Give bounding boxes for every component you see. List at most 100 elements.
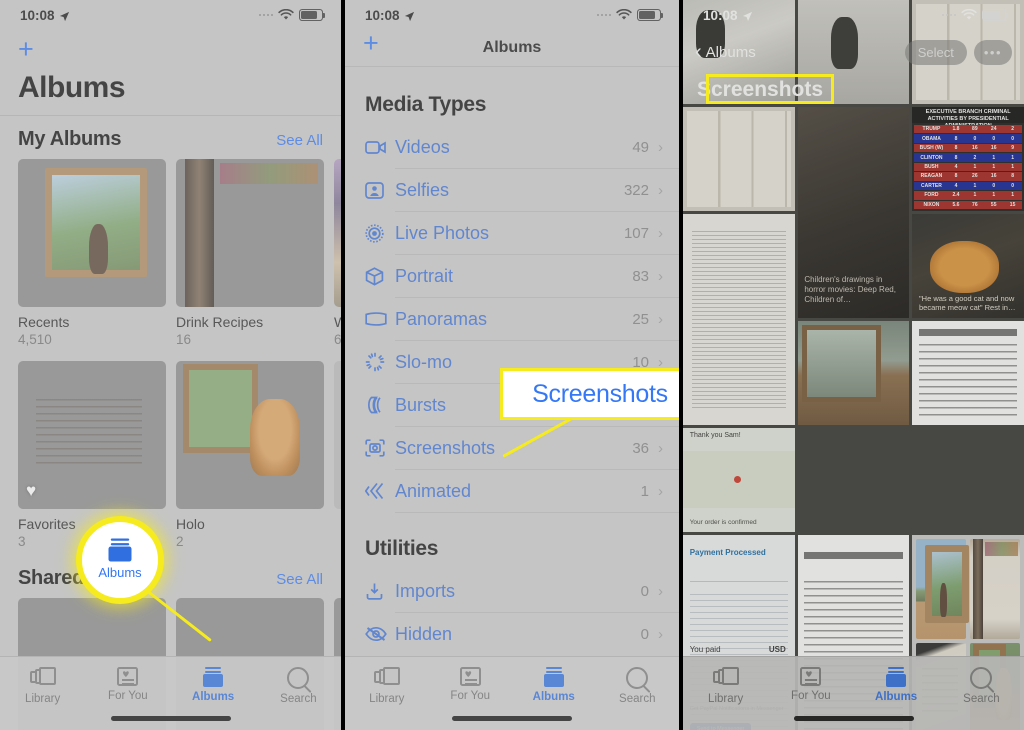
thumbnail[interactable]	[683, 107, 795, 211]
back-button[interactable]: ‹ Albums	[695, 42, 756, 62]
tab-label: For You	[108, 690, 148, 702]
chevron-right-icon: ›	[658, 439, 663, 457]
add-album-button[interactable]: +	[363, 30, 379, 57]
thumbnail-caption: Children's drawings in horror movies: De…	[804, 275, 896, 305]
album-name: Drink Recipes	[176, 314, 264, 330]
status-left: 10:08	[20, 8, 70, 23]
tab-albums[interactable]: Albums	[512, 667, 596, 703]
battery-icon	[982, 9, 1009, 21]
more-options-button[interactable]: •••	[973, 39, 1012, 65]
tab-for-you[interactable]: For You	[768, 667, 853, 702]
table-row: NIXON 5.6 76 55 15	[914, 200, 1022, 209]
thumbnail[interactable]: "He was a good cat and now became meow c…	[912, 214, 1024, 318]
thumbnail[interactable]	[797, 321, 910, 425]
album-tile[interactable]: W 6	[334, 159, 341, 347]
tab-for-you[interactable]: For You	[85, 667, 170, 702]
row-label: Panoramas	[395, 308, 488, 329]
imports-icon	[365, 582, 395, 601]
thumbnail-caption: "He was a good cat and now became meow c…	[919, 294, 1016, 313]
table-row: BUSH (W) 8 16 16 9	[914, 143, 1022, 153]
media-row-live-photos[interactable]: Live Photos 107 ›	[345, 212, 679, 254]
my-albums-see-all[interactable]: See All	[276, 132, 323, 149]
tab-library[interactable]: Library	[345, 667, 429, 705]
order-confirmed: Your order is confirmed	[689, 518, 757, 526]
library-icon	[373, 667, 400, 689]
page-title: Albums	[18, 71, 126, 104]
thumbnail[interactable]: Children's drawings in horror movies: De…	[797, 107, 910, 318]
albums-icon	[542, 667, 566, 687]
map-pin-icon	[734, 475, 742, 483]
thumbnail-infographic[interactable]: EXECUTIVE BRANCH CRIMINAL ACTIVITIES BY …	[912, 107, 1024, 211]
album-tile[interactable]: Recents 4,510	[18, 159, 166, 347]
row-label: Selfies	[395, 179, 450, 200]
row-count: 0	[640, 625, 649, 643]
table-row: BUSH 4 1 1 1	[914, 162, 1022, 172]
tab-library[interactable]: Library	[0, 667, 85, 705]
media-row-selfies[interactable]: Selfies 322 ›	[345, 169, 679, 211]
status-bar: 10:08	[683, 0, 1024, 30]
location-arrow-icon	[742, 10, 753, 21]
status-bar: 10:08	[345, 0, 679, 30]
albums-icon	[201, 667, 225, 687]
thumbnail-order-confirm[interactable]: Thank you Sam! Your order is confirmed	[683, 428, 795, 532]
chevron-right-icon: ›	[658, 267, 663, 285]
wifi-icon	[278, 9, 294, 21]
tab-for-you[interactable]: For You	[429, 667, 513, 702]
status-right	[596, 9, 664, 21]
row-count: 83	[632, 267, 649, 285]
album-thumbnail	[334, 361, 341, 509]
album-thumbnail	[916, 539, 970, 639]
tab-albums[interactable]: Albums	[854, 667, 939, 703]
status-left: 10:08	[365, 8, 415, 23]
utility-row-imports[interactable]: Imports 0 ›	[345, 570, 679, 612]
location-arrow-icon	[404, 10, 415, 21]
wifi-icon	[616, 9, 632, 21]
tab-search[interactable]: Search	[939, 667, 1024, 705]
tab-search[interactable]: Search	[596, 667, 680, 705]
animated-icon	[365, 482, 395, 500]
media-row-animated[interactable]: Animated 1 ›	[345, 470, 679, 512]
table-row: REAGAN 8 26 16 8	[914, 172, 1022, 181]
album-tile[interactable]: ♥ Favorites 3	[18, 361, 166, 549]
album-tile[interactable]	[334, 361, 341, 549]
album-tile[interactable]: Drink Recipes 16	[176, 159, 324, 347]
table-row: FORD 2.4 1 1 1	[914, 191, 1022, 200]
media-row-videos[interactable]: Videos 49 ›	[345, 126, 679, 168]
row-count: 107	[623, 224, 649, 242]
for-you-icon	[800, 667, 822, 686]
add-album-button[interactable]: +	[18, 36, 323, 63]
tab-library[interactable]: Library	[683, 667, 768, 705]
chevron-right-icon: ›	[658, 582, 663, 600]
albums-icon	[106, 538, 134, 562]
row-count: 49	[632, 138, 649, 156]
utilities-heading: Utilities	[365, 537, 439, 560]
portrait-cube-icon	[365, 266, 395, 286]
media-row-panoramas[interactable]: Panoramas 25 ›	[345, 298, 679, 340]
order-body	[919, 343, 1018, 419]
album-name: W	[334, 314, 341, 330]
row-count: 25	[632, 310, 649, 328]
search-icon	[287, 667, 310, 689]
callout-screenshots: Screenshots	[500, 368, 679, 420]
media-row-portrait[interactable]: Portrait 83 ›	[345, 255, 679, 297]
shared-see-all[interactable]: See All	[276, 571, 323, 588]
album-thumbnail	[334, 159, 341, 307]
select-button[interactable]: Select	[904, 39, 967, 65]
thumbnail[interactable]	[683, 214, 795, 425]
order-thanks: Thank you Sam!	[689, 432, 741, 440]
screenshots-icon	[365, 439, 395, 457]
utility-row-hidden[interactable]: Hidden 0 ›	[345, 613, 679, 655]
thumbnail-order[interactable]	[912, 321, 1024, 425]
status-right	[258, 9, 326, 21]
three-panel-screenshot-tutorial: 10:08 + Albums My Albums See All Recents…	[0, 0, 1024, 730]
infographic-title: EXECUTIVE BRANCH CRIMINAL ACTIVITIES BY …	[912, 107, 1024, 129]
album-tile[interactable]: Holo 2	[176, 361, 324, 549]
tab-search[interactable]: Search	[256, 667, 341, 705]
my-albums-heading: My Albums	[18, 128, 122, 150]
tab-albums[interactable]: Albums	[171, 667, 256, 703]
row-count: 322	[623, 181, 649, 199]
my-albums-header: My Albums See All	[0, 116, 341, 159]
row-label: Live Photos	[395, 222, 490, 243]
media-row-screenshots[interactable]: Screenshots 36 ›	[345, 427, 679, 469]
albums-icon	[884, 667, 908, 687]
